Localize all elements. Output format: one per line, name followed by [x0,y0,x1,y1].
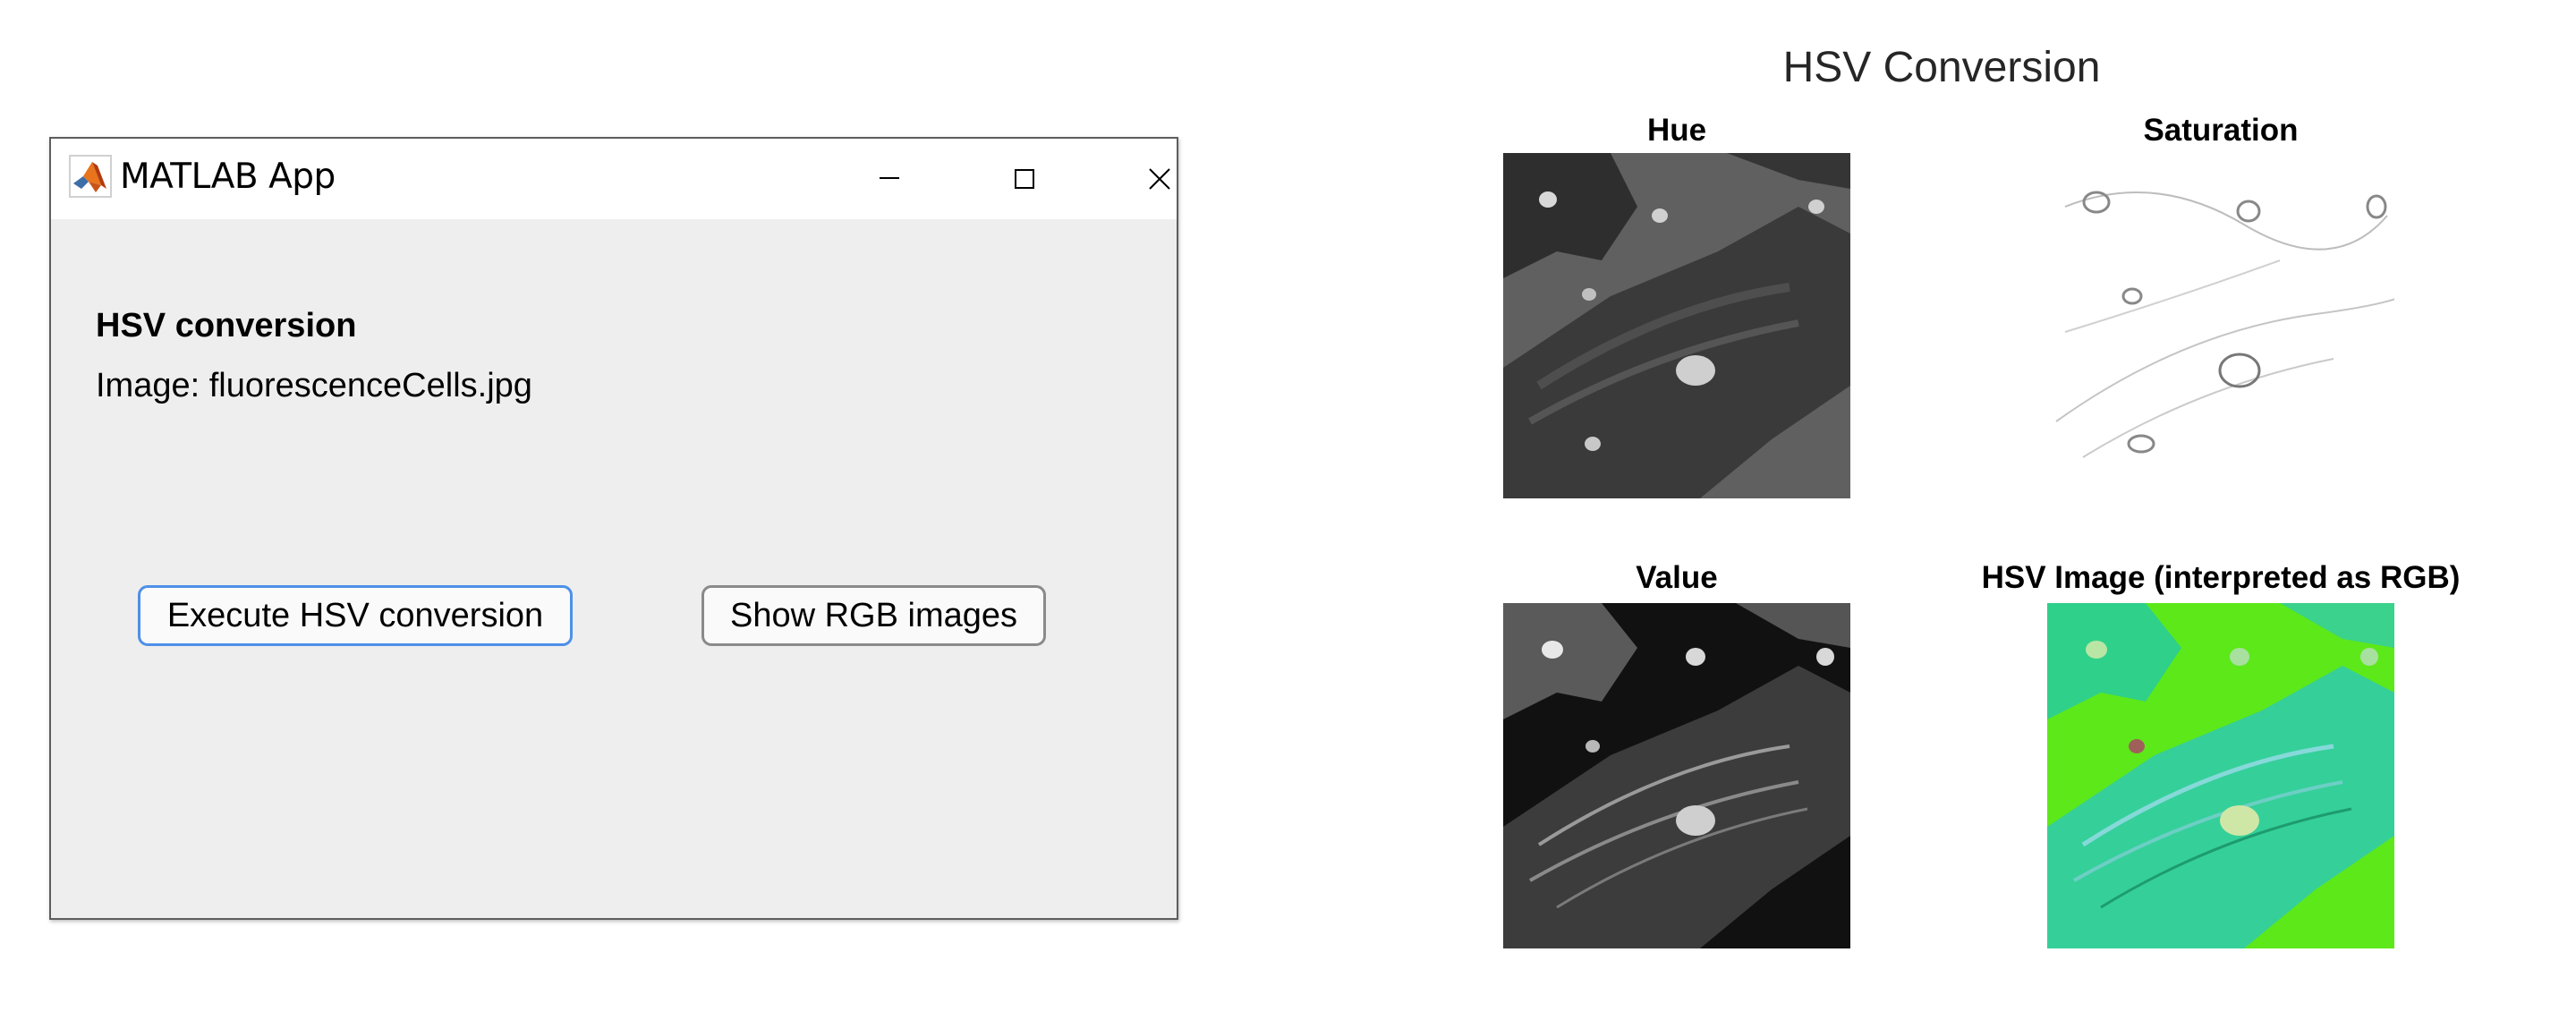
minimize-icon [880,177,899,179]
show-rgb-images-button[interactable]: Show RGB images [701,585,1046,646]
close-icon [1149,168,1170,190]
minimize-button[interactable] [854,148,926,201]
hue-image [1503,153,1850,498]
window-title: MATLAB App [120,157,336,197]
matlab-app-window: MATLAB App HSV conversion Image: fluores… [49,137,1178,920]
subplot-title-saturation: Saturation [2143,113,2299,148]
matlab-logo-icon [69,155,112,198]
execute-hsv-conversion-button[interactable]: Execute HSV conversion [138,585,573,646]
hsv-image [2047,603,2394,948]
saturation-image [2047,153,2394,498]
subplot-title-value: Value [1636,560,1718,595]
value-image [1503,603,1850,948]
subplot-title-hsv-image: HSV Image (interpreted as RGB) [1981,560,2461,595]
close-button[interactable] [1125,148,1196,201]
maximize-button[interactable] [989,148,1060,201]
image-filename-label: Image: fluorescenceCells.jpg [96,367,532,404]
window-titlebar[interactable]: MATLAB App [51,139,1177,219]
app-heading: HSV conversion [96,307,357,344]
maximize-icon [1015,169,1034,189]
figure-title: HSV Conversion [1782,44,2101,91]
subplot-title-hue: Hue [1646,113,1707,148]
